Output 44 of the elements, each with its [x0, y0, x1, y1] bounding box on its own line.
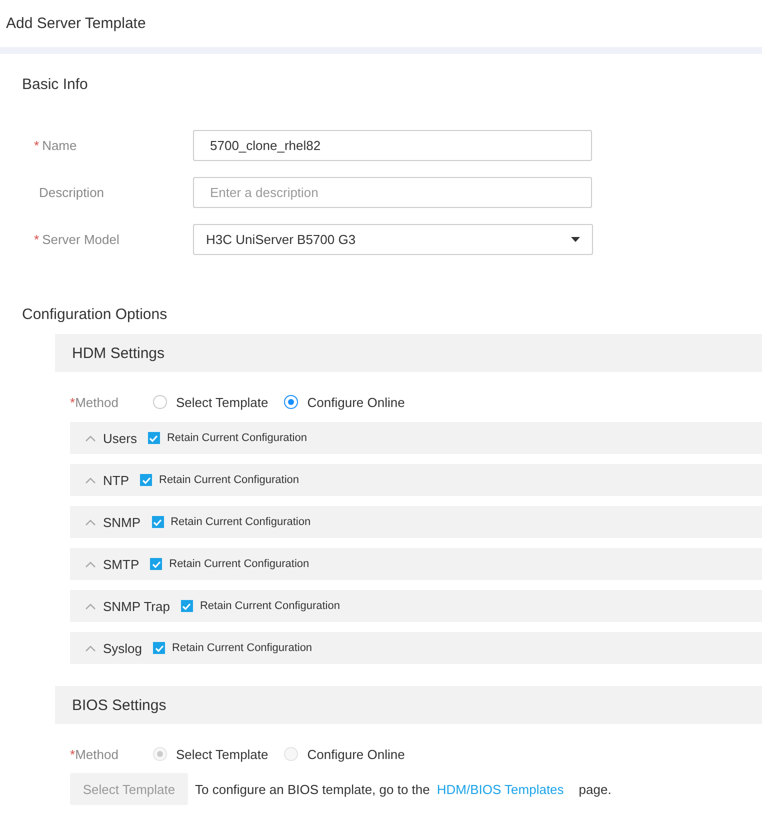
- page-title: Add Server Template: [6, 15, 146, 32]
- checkbox-label: Retain Current Configuration: [159, 474, 300, 486]
- panel-title: BIOS Settings: [72, 696, 166, 714]
- caret-icon: [571, 237, 580, 242]
- collapse-title: SNMP Trap: [103, 598, 170, 614]
- field-label: Server Model: [42, 232, 120, 247]
- collapse-title: NTP: [103, 472, 129, 488]
- collapse-header[interactable]: SNMP Retain Current Configuration: [70, 506, 762, 538]
- field-label: *Method: [70, 746, 120, 762]
- checkbox[interactable]: [150, 558, 162, 570]
- field-label: Name: [42, 138, 77, 153]
- checkbox-label: Retain Current Configuration: [200, 600, 340, 612]
- checkbox[interactable]: [152, 516, 164, 528]
- checkbox[interactable]: [140, 474, 152, 486]
- hint-text: page.: [578, 782, 612, 796]
- checkbox-label: Retain Current Configuration: [172, 642, 312, 654]
- collapse-title: Syslog: [103, 640, 142, 656]
- checkbox-label: Retain Current Configuration: [166, 432, 307, 444]
- section-title: Basic Info: [22, 76, 89, 94]
- input-field[interactable]: Enter a description: [193, 177, 592, 208]
- checkbox[interactable]: [180, 600, 193, 612]
- required-asterisk: *: [34, 232, 40, 247]
- collapse-title: Users: [103, 430, 137, 446]
- collapse-header[interactable]: Syslog Retain Current Configuration: [70, 632, 762, 664]
- radio-option[interactable]: Select Template: [153, 394, 268, 410]
- checkbox[interactable]: [153, 642, 166, 654]
- panel-title: HDM Settings: [72, 344, 165, 362]
- input-field[interactable]: 5700_clone_rhel82: [193, 130, 592, 161]
- field-label: *Method: [70, 394, 120, 410]
- collapse-title: SMTP: [103, 556, 140, 572]
- required-asterisk: *: [34, 138, 40, 153]
- checkbox-label: Retain Current Configuration: [169, 558, 310, 570]
- section-title: Configuration Options: [22, 306, 168, 324]
- field-label: Description: [39, 185, 104, 200]
- checkbox-label: Retain Current Configuration: [170, 516, 311, 528]
- hint-text: To configure an BIOS template, go to the: [195, 782, 430, 796]
- collapse-header[interactable]: SMTP Retain Current Configuration: [70, 548, 762, 580]
- radio-option[interactable]: Configure Online: [284, 394, 405, 410]
- collapse-header[interactable]: SNMP Trap Retain Current Configuration: [70, 590, 762, 622]
- dropdown[interactable]: H3C UniServer B5700 G3: [193, 224, 593, 255]
- collapse-title: SNMP: [103, 514, 141, 530]
- collapse-header[interactable]: NTP Retain Current Configuration: [70, 464, 762, 496]
- collapse-header[interactable]: Users Retain Current Configuration: [70, 422, 762, 454]
- checkbox[interactable]: [148, 432, 160, 444]
